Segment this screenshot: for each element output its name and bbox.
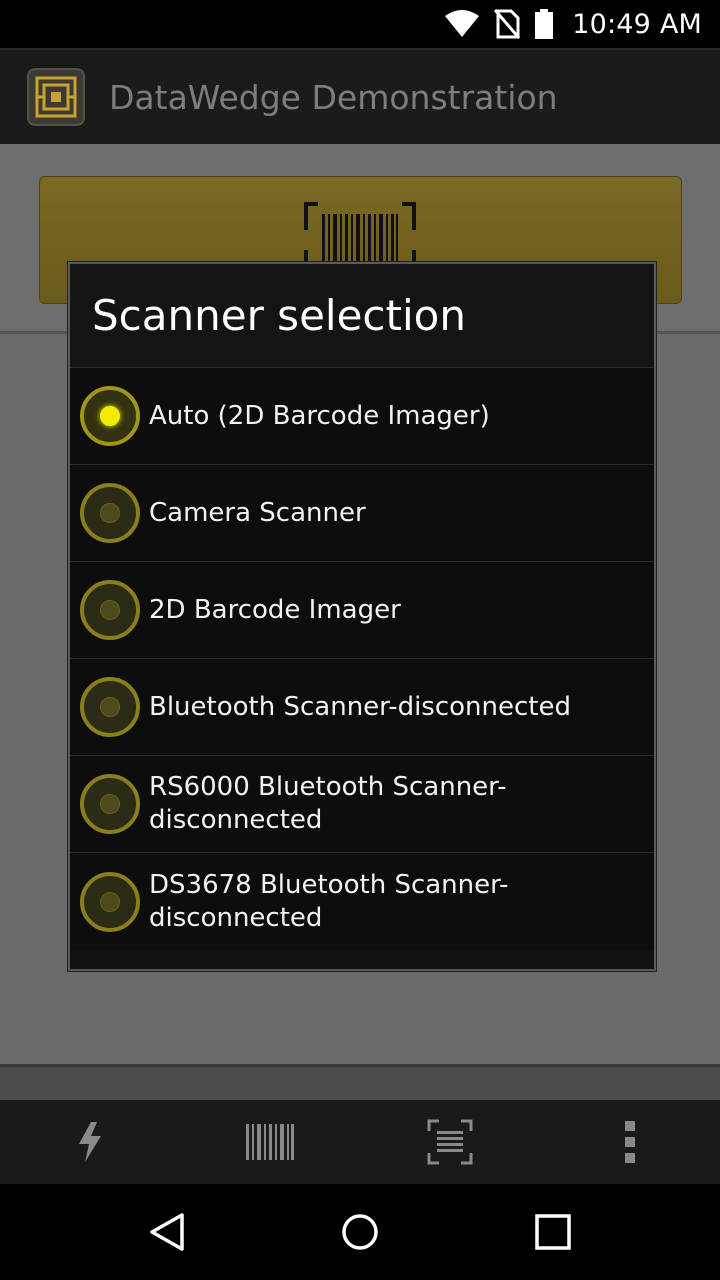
option-label: Camera Scanner (149, 497, 366, 528)
radio-dot (100, 406, 120, 426)
dialog-title: Scanner selection (70, 264, 654, 368)
datawedge-app-icon[interactable] (27, 68, 85, 126)
scanner-option[interactable]: RS6000 Bluetooth Scanner-disconnected (70, 756, 654, 853)
recents-icon[interactable] (508, 1187, 598, 1277)
scanner-option[interactable]: Camera Scanner (70, 465, 654, 562)
radio-button-icon[interactable] (80, 871, 140, 932)
scanner-option[interactable]: Bluetooth Scanner-disconnected (70, 659, 654, 756)
scanner-option[interactable]: DS3678 Bluetooth Scanner-disconnected (70, 853, 654, 950)
radio-dot (100, 697, 120, 717)
status-time: 10:49 AM (572, 8, 702, 40)
action-bar: DataWedge Demonstration (0, 48, 720, 144)
app-title: DataWedge Demonstration (109, 77, 558, 117)
screen: 10:49 AM DataWedge Demonstration Scanner… (0, 0, 720, 1280)
scanner-selection-dialog: Scanner selection Auto (2D Barcode Image… (68, 262, 656, 971)
radio-dot (100, 794, 120, 814)
radio-dot (100, 503, 120, 523)
battery-icon (534, 9, 554, 39)
radio-button-icon[interactable] (80, 677, 140, 737)
radio-button-icon[interactable] (80, 774, 140, 834)
barcode-icon[interactable] (230, 1107, 310, 1177)
back-icon[interactable] (122, 1187, 212, 1277)
home-icon[interactable] (315, 1187, 405, 1277)
overflow-menu-icon[interactable] (590, 1107, 670, 1177)
content-bottom (0, 1064, 720, 1100)
option-label: Bluetooth Scanner-disconnected (149, 691, 571, 722)
bottom-toolbar (0, 1100, 720, 1184)
radio-button-icon[interactable] (80, 386, 140, 446)
radio-dot (100, 600, 120, 620)
wifi-icon (444, 10, 480, 38)
radio-button-icon[interactable] (80, 483, 140, 543)
option-label: DS3678 Bluetooth Scanner-disconnected (149, 869, 509, 933)
option-label: 2D Barcode Imager (149, 594, 401, 625)
scan-frame-icon[interactable] (410, 1107, 490, 1177)
no-sim-icon (494, 9, 521, 39)
scanner-option[interactable]: Auto (2D Barcode Imager) (70, 368, 654, 465)
flash-icon[interactable] (50, 1107, 130, 1177)
radio-button-icon[interactable] (80, 580, 140, 640)
option-label: Auto (2D Barcode Imager) (149, 400, 490, 431)
scanner-option[interactable]: 2D Barcode Imager (70, 562, 654, 659)
status-bar: 10:49 AM (0, 0, 720, 48)
radio-dot (100, 891, 120, 912)
navigation-bar (0, 1184, 720, 1280)
option-label: RS6000 Bluetooth Scanner-disconnected (149, 772, 507, 835)
